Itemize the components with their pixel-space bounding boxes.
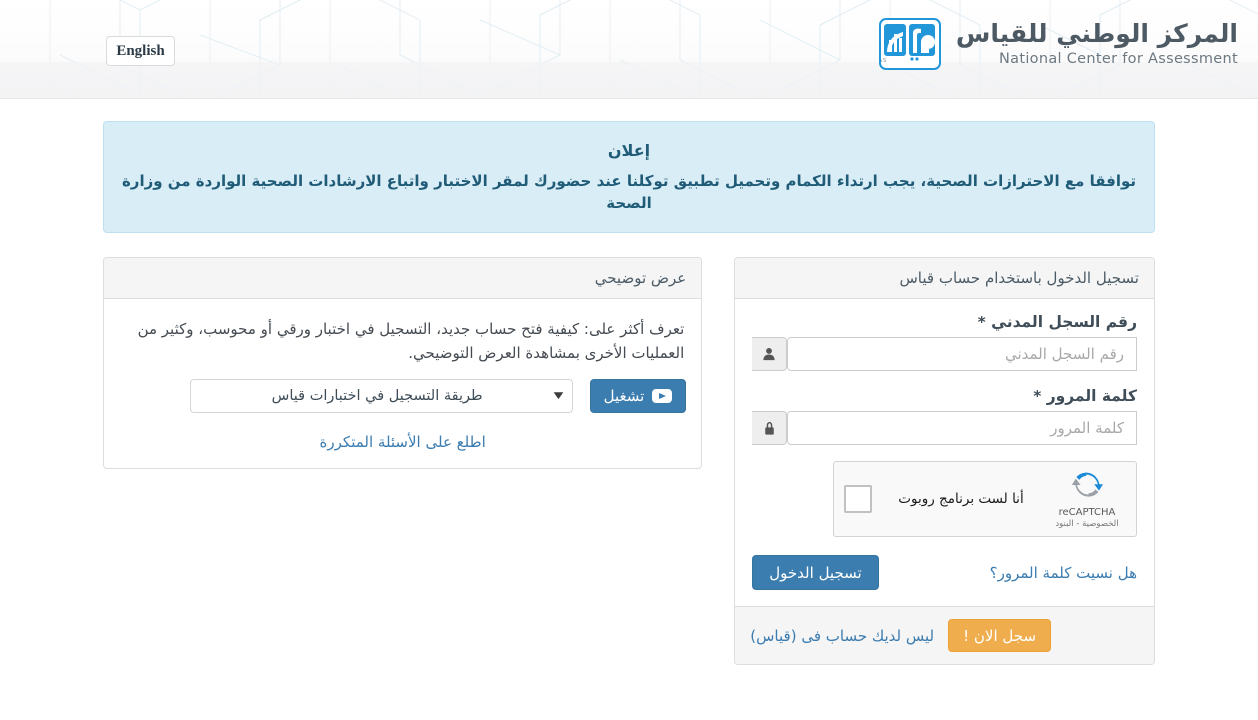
demo-controls-row: تشغيل ▼ طريقة التسجيل في اختبارات قياس (119, 379, 687, 413)
recaptcha-terms[interactable]: الخصوصية - البنود (1050, 519, 1124, 530)
user-icon-glyph (763, 348, 775, 361)
svg-text:QIYAS: QIYAS (881, 58, 887, 64)
language-switch-button[interactable]: English (106, 36, 175, 66)
demo-select-value: طريقة التسجيل في اختبارات قياس (271, 388, 483, 404)
national-id-input[interactable] (787, 337, 1137, 371)
brand-text: المركز الوطني للقياس National Center for… (956, 19, 1238, 69)
register-now-button[interactable]: سجل الان ! (948, 619, 1052, 652)
national-id-label: رقم السجل المدني * (977, 313, 1137, 331)
demo-topic-select[interactable]: ▼ طريقة التسجيل في اختبارات قياس (189, 379, 573, 413)
password-input[interactable] (787, 411, 1137, 445)
announcement-title: إعلان (607, 141, 651, 160)
login-actions-row: تسجيل الدخول هل نسيت كلمة المرور؟ (752, 555, 1137, 590)
announcement-banner: إعلان توافقا مع الاحترازات الصحية، يجب ا… (103, 121, 1155, 233)
header-divider (0, 98, 1258, 99)
brand-name-arabic: المركز الوطني للقياس (955, 19, 1238, 48)
lock-icon-glyph (764, 421, 774, 435)
login-panel-footer: ليس لديك حساب فى (قياس) سجل الان ! (735, 606, 1154, 664)
login-panel-heading: تسجيل الدخول باستخدام حساب قياس (735, 258, 1154, 299)
faq-link[interactable]: اطلع على الأسئلة المتكررة (119, 433, 686, 451)
no-account-text: ليس لديك حساب فى (قياس) (750, 626, 935, 645)
brand-name-english: National Center for Assessment (999, 51, 1238, 67)
recaptcha-widget[interactable]: reCAPTCHA الخصوصية - البنود أنا لست برنا… (833, 461, 1137, 537)
announcement-body: توافقا مع الاحترازات الصحية، يجب ارتداء … (121, 172, 1137, 212)
demo-panel-heading: عرض توضيحي (104, 258, 702, 299)
recaptcha-branding: reCAPTCHA الخصوصية - البنود (1050, 469, 1124, 530)
national-id-input-group (752, 337, 1137, 371)
password-input-group (752, 411, 1137, 445)
login-button[interactable]: تسجيل الدخول (752, 555, 879, 590)
login-panel: تسجيل الدخول باستخدام حساب قياس رقم السج… (734, 257, 1155, 665)
play-video-button[interactable]: تشغيل (589, 379, 687, 413)
qiyas-logo-mark: QIYAS (868, 24, 935, 64)
demo-panel: عرض توضيحي تعرف أكثر على: كيفية فتح حساب… (103, 257, 703, 469)
chevron-down-icon: ▼ (553, 391, 563, 401)
recaptcha-label: أنا لست برنامج روبوت (898, 491, 1024, 507)
recaptcha-checkbox[interactable] (844, 485, 872, 513)
demo-description: تعرف أكثر على: كيفية فتح حساب جديد، التس… (137, 320, 685, 362)
recaptcha-icon (1071, 472, 1103, 497)
qiyas-logo-icon: QIYAS (868, 18, 941, 70)
password-label: كلمة المرور * (1033, 387, 1137, 405)
panels-row: تسجيل الدخول باستخدام حساب قياس رقم السج… (103, 257, 1155, 665)
recaptcha-name: reCAPTCHA (1058, 506, 1116, 518)
lock-icon (752, 411, 788, 445)
page-container: إعلان توافقا مع الاحترازات الصحية، يجب ا… (103, 121, 1155, 665)
user-icon (752, 337, 788, 371)
demo-panel-body: تعرف أكثر على: كيفية فتح حساب جديد، التس… (104, 299, 701, 468)
play-button-label: تشغيل (603, 388, 645, 405)
site-header: English المركز الوطني للقياس National Ce… (0, 0, 1258, 99)
forgot-password-link[interactable]: هل نسيت كلمة المرور؟ (990, 564, 1137, 582)
brand-logo-area: المركز الوطني للقياس National Center for… (868, 18, 1238, 70)
youtube-play-icon (652, 389, 673, 403)
login-panel-body: رقم السجل المدني * كلمة المرور * (735, 299, 1154, 606)
